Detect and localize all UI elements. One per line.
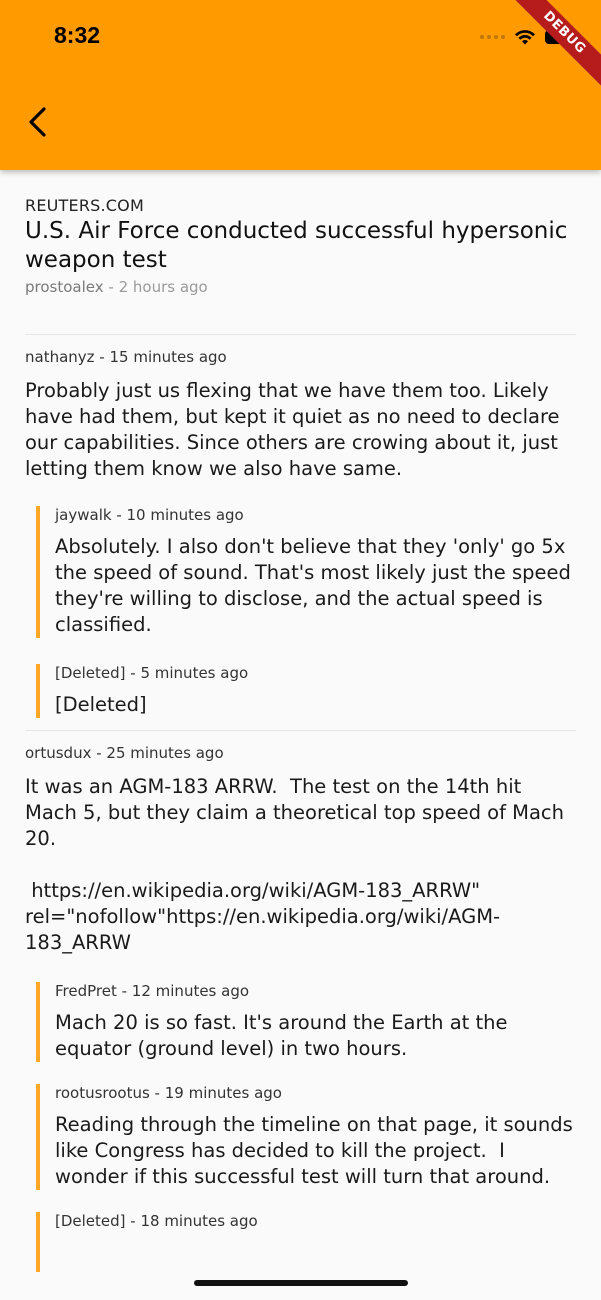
comment-meta[interactable]: nathanyz - 15 minutes ago — [25, 348, 576, 366]
comment-meta[interactable]: [Deleted] - 5 minutes ago — [55, 664, 576, 682]
reply-comment[interactable]: [Deleted] - 18 minutes ago — [36, 1212, 576, 1272]
story-age: 2 hours ago — [118, 278, 208, 296]
back-button[interactable] — [18, 100, 58, 144]
story-content: REUTERS.COM U.S. Air Force conducted suc… — [25, 170, 576, 1272]
story-source[interactable]: REUTERS.COM — [25, 196, 576, 215]
app-bar: 8:32 — [0, 0, 601, 170]
wifi-icon — [515, 30, 535, 45]
comment-body: Absolutely. I also don't believe that th… — [55, 535, 578, 636]
comment-body: [Deleted] — [55, 693, 147, 716]
comment[interactable]: nathanyz - 15 minutes ago Probably just … — [25, 335, 576, 718]
story-title[interactable]: U.S. Air Force conducted successful hype… — [25, 217, 576, 275]
reply-comment[interactable]: FredPret - 12 minutes ago Mach 20 is so … — [36, 982, 576, 1062]
story-meta-separator: - — [103, 278, 119, 296]
reply-comment[interactable]: rootusrootus - 19 minutes ago Reading th… — [36, 1084, 576, 1190]
status-time: 8:32 — [54, 22, 101, 48]
chevron-left-icon — [29, 107, 46, 137]
story-meta: prostoalex - 2 hours ago — [25, 278, 576, 296]
comment-meta[interactable]: rootusrootus - 19 minutes ago — [55, 1084, 576, 1102]
comment-meta[interactable]: ortusdux - 25 minutes ago — [25, 744, 576, 762]
comment-body: It was an AGM-183 ARRW. The test on the … — [25, 775, 565, 954]
signal-icon — [480, 35, 505, 39]
story-author[interactable]: prostoalex — [25, 278, 104, 296]
reply-comment[interactable]: [Deleted] - 5 minutes ago [Deleted] — [36, 664, 576, 718]
comment[interactable]: ortusdux - 25 minutes ago It was an AGM-… — [25, 731, 576, 1272]
comment-meta[interactable]: jaywalk - 10 minutes ago — [55, 506, 576, 524]
comment-body: Probably just us flexing that we have th… — [25, 379, 566, 480]
reply-comment[interactable]: jaywalk - 10 minutes ago Absolutely. I a… — [36, 506, 576, 638]
comment-body: Mach 20 is so fast. It's around the Eart… — [55, 1011, 514, 1060]
comment-body: Reading through the timeline on that pag… — [55, 1113, 580, 1188]
home-indicator[interactable] — [194, 1280, 408, 1286]
comment-meta[interactable]: [Deleted] - 18 minutes ago — [55, 1212, 576, 1230]
comment-meta[interactable]: FredPret - 12 minutes ago — [55, 982, 576, 1000]
